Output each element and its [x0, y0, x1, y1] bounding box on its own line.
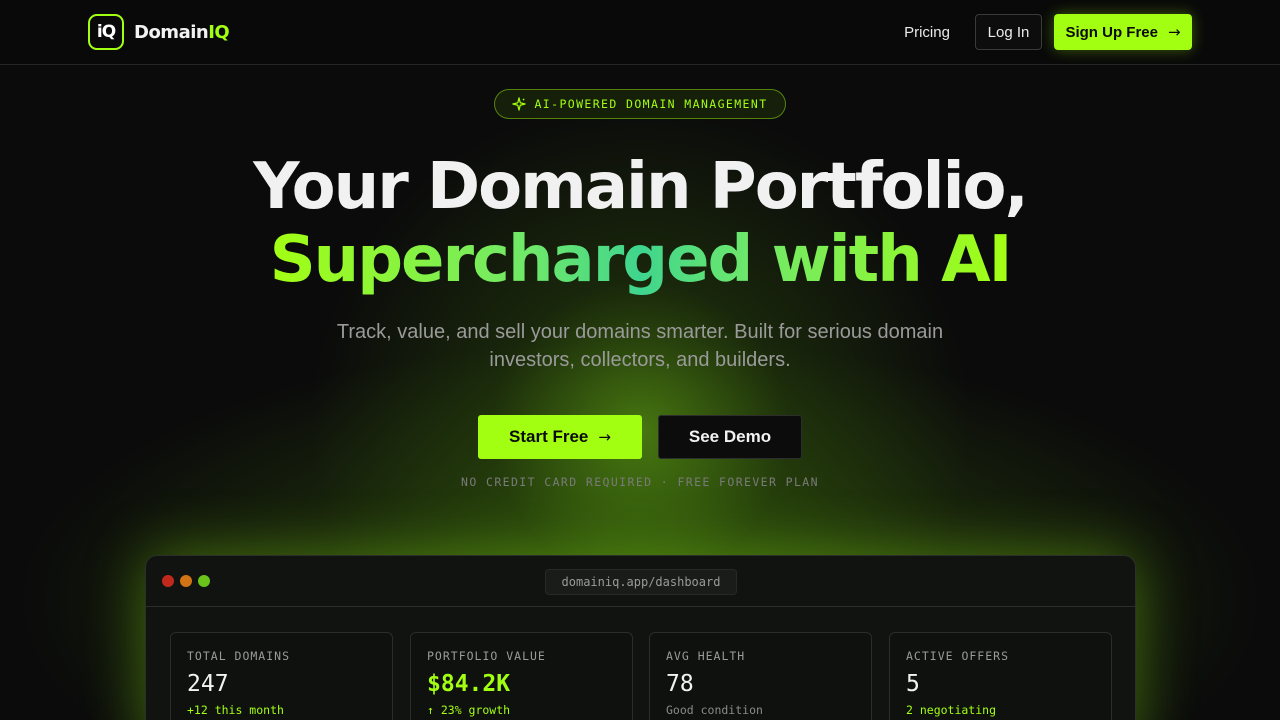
stat-card-portfolio-value: PORTFOLIO VALUE $84.2K ↑ 23% growth — [410, 632, 633, 720]
stat-value: 247 — [187, 671, 229, 697]
preview-url-bar: domainiq.app/dashboard — [545, 569, 737, 595]
dashboard-preview-window: domainiq.app/dashboard TOTAL DOMAINS 247… — [145, 555, 1136, 720]
logo-mark-suffix: Q — [101, 22, 116, 42]
top-nav: iQ DomainIQ Pricing Log In Sign Up Free … — [0, 0, 1280, 65]
logo-name-prefix: Domain — [134, 21, 209, 43]
stat-value: 78 — [666, 671, 694, 697]
window-title-bar: domainiq.app/dashboard — [146, 556, 1135, 607]
stat-sub: Good condition — [666, 703, 763, 717]
window-minimize-dot — [180, 575, 192, 587]
signup-button-label: Sign Up Free — [1065, 23, 1158, 41]
arrow-right-icon: → — [598, 428, 611, 446]
see-demo-button[interactable]: See Demo — [658, 415, 802, 459]
logo-text: DomainIQ — [134, 21, 230, 43]
window-maximize-dot — [198, 575, 210, 587]
start-free-button[interactable]: Start Free → — [478, 415, 642, 459]
logo-name-suffix: IQ — [208, 21, 230, 43]
stat-card-active-offers: ACTIVE OFFERS 5 2 negotiating — [889, 632, 1112, 720]
arrow-right-icon: → — [1167, 23, 1181, 41]
hero-subtitle: Track, value, and sell your domains smar… — [336, 321, 944, 371]
login-button[interactable]: Log In — [975, 14, 1042, 50]
nav-pricing-link[interactable]: Pricing — [896, 14, 958, 50]
stat-card-total-domains: TOTAL DOMAINS 247 +12 this month — [170, 632, 393, 720]
stat-label: ACTIVE OFFERS — [906, 649, 1010, 663]
signup-note: NO CREDIT CARD REQUIRED · FREE FOREVER P… — [461, 475, 819, 489]
start-free-label: Start Free — [509, 427, 589, 446]
window-close-dot — [162, 575, 174, 587]
logo-mark-icon: iQ — [88, 14, 124, 50]
stat-value: $84.2K — [427, 671, 511, 697]
sparkle-icon — [512, 97, 527, 111]
hero-title-line2: Supercharged with AI — [0, 220, 1280, 300]
stat-sub: ↑ 23% growth — [427, 703, 511, 717]
stat-label: TOTAL DOMAINS — [187, 649, 291, 663]
signup-button[interactable]: Sign Up Free → — [1054, 14, 1192, 50]
stat-label: AVG HEALTH — [666, 649, 746, 663]
hero-title-line2-text: Supercharged with AI — [269, 223, 1013, 297]
stat-card-avg-health: AVG HEALTH 78 Good condition — [649, 632, 872, 720]
logo[interactable]: iQ DomainIQ — [88, 14, 230, 50]
landing-page: iQ DomainIQ Pricing Log In Sign Up Free … — [0, 0, 1280, 720]
stat-sub: 2 negotiating — [906, 703, 997, 717]
stat-sub: +12 this month — [187, 703, 284, 717]
feature-badge: AI-POWERED DOMAIN MANAGEMENT — [494, 89, 786, 119]
feature-badge-text: AI-POWERED DOMAIN MANAGEMENT — [534, 97, 768, 111]
stat-value: 5 — [906, 671, 920, 697]
hero-title-line1: Your Domain Portfolio, — [253, 150, 1029, 224]
stat-label: PORTFOLIO VALUE — [427, 649, 546, 663]
